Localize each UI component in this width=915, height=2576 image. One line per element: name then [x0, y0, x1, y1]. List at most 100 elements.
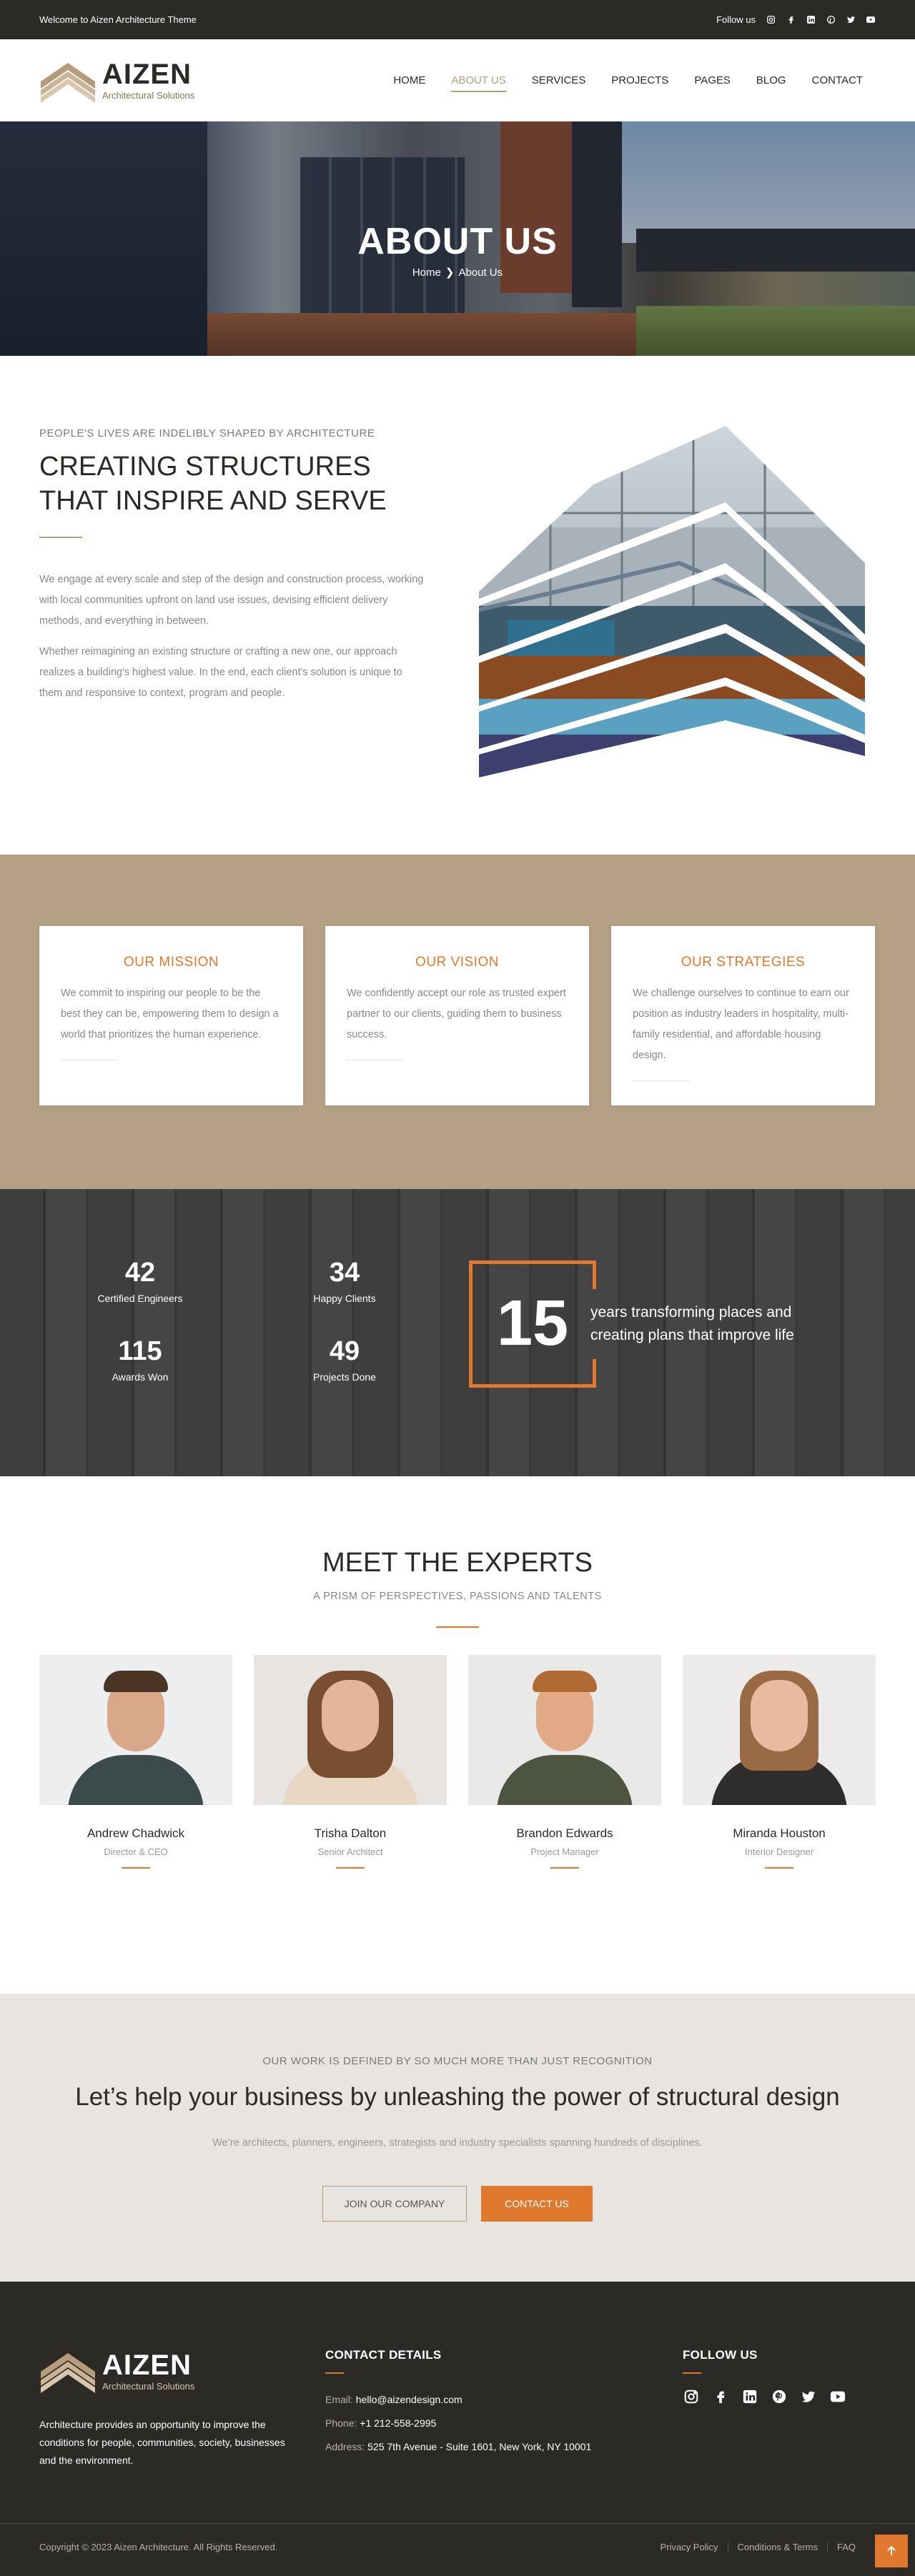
cta-eyebrow: OUR WORK IS DEFINED BY SO MUCH MORE THAN… [262, 2055, 653, 2067]
member-photo [39, 1655, 232, 1805]
team-section: MEET THE EXPERTS A PRISM OF PERSPECTIVES… [0, 1476, 915, 1994]
years-number: 15 [496, 1288, 569, 1359]
card-title: OUR STRATEGIES [681, 955, 806, 970]
team-subheading: A PRISM OF PERSPECTIVES, PASSIONS AND TA… [313, 1591, 602, 1602]
nav-home[interactable]: HOME [380, 74, 438, 86]
main-nav: HOME ABOUT US SERVICES PROJECTS PAGES BL… [380, 74, 876, 92]
member-face [322, 1680, 379, 1751]
about-paragraph: We engage at every scale and step of the… [39, 574, 424, 627]
footer-follow: FOLLOW US [683, 2348, 846, 2405]
youtube-icon[interactable] [866, 15, 876, 25]
instagram-icon[interactable] [766, 15, 776, 25]
join-company-button[interactable]: JOIN OUR COMPANY [322, 2186, 467, 2222]
scroll-to-top-button[interactable] [875, 2535, 908, 2567]
follow-title: FOLLOW US [683, 2348, 758, 2362]
stat-number: 34 [329, 1258, 360, 1288]
stat-item: 49 Projects Done [273, 1336, 416, 1383]
nav-projects[interactable]: PROJECTS [598, 74, 681, 86]
stat-label: Awards Won [112, 1371, 169, 1383]
linkedin-icon[interactable] [806, 15, 816, 25]
about-divider [39, 537, 82, 538]
linkedin-icon[interactable] [741, 2388, 758, 2405]
nav-services[interactable]: SERVICES [519, 74, 599, 86]
instagram-icon[interactable] [683, 2388, 700, 2405]
follow-underline [683, 2372, 701, 2374]
facebook-icon[interactable] [712, 2388, 729, 2405]
contact-us-button[interactable]: CONTACT US [481, 2186, 593, 2222]
follow-us-label: Follow us [716, 14, 756, 25]
facebook-icon[interactable] [786, 15, 796, 25]
cta-section: OUR WORK IS DEFINED BY SO MUCH MORE THAN… [0, 1994, 915, 2282]
member-photo [468, 1655, 661, 1805]
footer-bottom-bar: Copyright © 2023 Aizen Architecture. All… [0, 2523, 915, 2567]
team-member[interactable]: Miranda Houston Interior Designer [683, 1655, 876, 1869]
email-label: Email: [325, 2394, 353, 2405]
stat-label: Certified Engineers [97, 1293, 183, 1304]
team-member[interactable]: Brandon Edwards Project Manager [468, 1655, 661, 1869]
stat-number: 49 [329, 1336, 360, 1366]
pinterest-icon[interactable] [771, 2388, 788, 2405]
nav-about-us[interactable]: ABOUT US [438, 74, 518, 92]
page-hero: ABOUT US Home ❯ About Us [0, 121, 915, 356]
page-title: ABOUT US [357, 221, 558, 262]
team-member[interactable]: Andrew Chadwick Director & CEO [39, 1655, 232, 1869]
card-title: OUR MISSION [123, 955, 219, 970]
email-link[interactable]: hello@aizendesign.com [356, 2394, 463, 2405]
cta-text: We’re architects, planners, engineers, s… [212, 2137, 703, 2149]
member-underline [122, 1867, 150, 1869]
member-name: Brandon Edwards [516, 1826, 613, 1840]
site-footer: AIZEN Architectural Solutions Architectu… [0, 2282, 915, 2576]
youtube-icon[interactable] [829, 2388, 846, 2405]
member-name: Miranda Houston [733, 1826, 826, 1840]
conditions-terms-link[interactable]: Conditions & Terms [728, 2542, 828, 2552]
site-logo[interactable]: AIZEN Architectural Solutions [39, 56, 194, 106]
address-text: 525 7th Avenue - Suite 1601, New York, N… [367, 2441, 592, 2452]
privacy-policy-link[interactable]: Privacy Policy [651, 2542, 728, 2552]
twitter-icon[interactable] [800, 2388, 817, 2405]
member-role: Senior Architect [317, 1846, 383, 1857]
pinterest-icon[interactable] [826, 15, 836, 25]
brand-name: AIZEN [102, 2349, 192, 2381]
member-hair [533, 1671, 597, 1692]
twitter-icon[interactable] [846, 15, 856, 25]
footer-logo[interactable]: AIZEN Architectural Solutions [39, 2346, 304, 2396]
nav-blog[interactable]: BLOG [743, 74, 799, 86]
arrow-up-icon [887, 2545, 896, 2555]
about-paragraph: Whether reimagining an existing structur… [39, 646, 402, 699]
member-role: Project Manager [530, 1846, 599, 1857]
about-heading: CREATING STRUCTURES THAT INSPIRE AND SER… [39, 452, 387, 516]
nav-pages[interactable]: PAGES [681, 74, 743, 86]
copyright-text: Copyright © 2023 Aizen Architecture. All… [39, 2542, 278, 2552]
card-divider [633, 1080, 690, 1081]
member-shirt [68, 1755, 204, 1805]
team-member[interactable]: Trisha Dalton Senior Architect [254, 1655, 447, 1869]
phone-label: Phone: [325, 2417, 357, 2429]
stat-number: 42 [124, 1258, 156, 1288]
years-badge: 15 years transforming places and creatin… [469, 1260, 834, 1388]
nav-contact[interactable]: CONTACT [799, 74, 876, 86]
member-underline [550, 1867, 579, 1869]
strategies-card: OUR STRATEGIES We challenge ourselves to… [611, 926, 875, 1105]
member-photo [683, 1655, 876, 1805]
member-underline [765, 1867, 793, 1869]
contact-underline [325, 2372, 344, 2374]
member-underline [336, 1867, 365, 1869]
team-heading: MEET THE EXPERTS [322, 1548, 593, 1578]
faq-link[interactable]: FAQ [828, 2542, 865, 2552]
years-text: years transforming places and creating p… [590, 1304, 794, 1343]
team-divider [436, 1626, 479, 1628]
stat-item: 34 Happy Clients [273, 1258, 416, 1304]
stat-item: 42 Certified Engineers [69, 1258, 212, 1304]
brand-tagline: Architectural Solutions [102, 2380, 195, 2392]
breadcrumb-home[interactable]: Home [412, 267, 441, 279]
phone-link[interactable]: +1 212-558-2995 [360, 2417, 436, 2429]
member-photo [254, 1655, 447, 1805]
top-bar: Welcome to Aizen Architecture Theme Foll… [0, 0, 915, 39]
breadcrumb: Home ❯ About Us [0, 266, 915, 279]
member-shirt [497, 1755, 633, 1805]
years-frame: 15 [469, 1260, 596, 1388]
brand-name: AIZEN [102, 59, 192, 90]
vision-card: OUR VISION We confidently accept our rol… [325, 926, 589, 1105]
footer-links: Privacy Policy Conditions & Terms FAQ [651, 2542, 865, 2552]
member-role: Director & CEO [104, 1846, 168, 1857]
